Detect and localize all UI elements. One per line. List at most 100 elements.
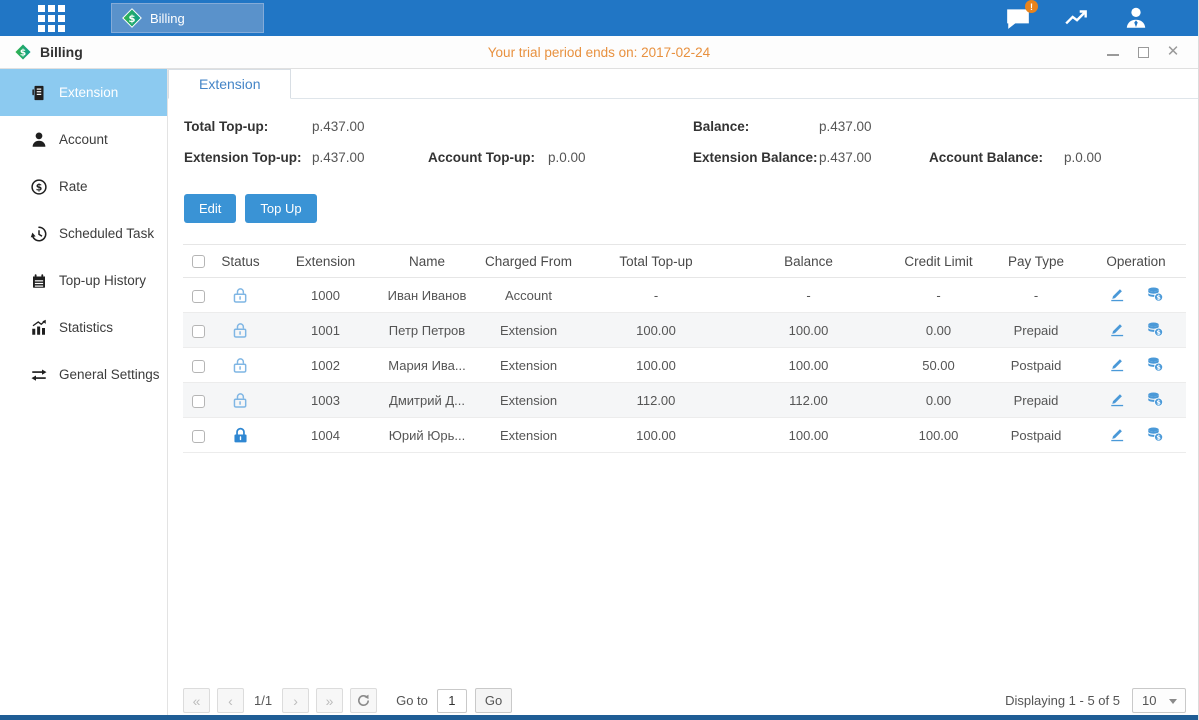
topup-coins-icon[interactable]: $	[1146, 320, 1164, 338]
lock-open-icon	[213, 391, 268, 410]
app-tab-label: Billing	[150, 11, 185, 26]
extension-table-body: 1000 Иван Иванов Account - - - - $ 1001 …	[183, 278, 1186, 453]
sidebar-item-general-settings[interactable]: General Settings	[0, 351, 167, 398]
select-all-checkbox[interactable]	[192, 255, 205, 268]
goto-label: Go to	[396, 693, 428, 708]
topup-coins-icon[interactable]: $	[1146, 285, 1164, 303]
row-name: Мария Ива...	[383, 348, 471, 383]
row-balance: -	[726, 278, 891, 313]
notification-badge: !	[1025, 0, 1038, 13]
svg-text:$: $	[1156, 328, 1160, 336]
page-indicator: 1/1	[254, 693, 272, 708]
sidebar-item-label: Account	[59, 132, 108, 147]
minimize-button[interactable]	[1106, 45, 1120, 59]
account-balance-value: p.0.00	[1064, 150, 1198, 165]
svg-text:$: $	[1156, 433, 1160, 441]
row-credit-limit: 100.00	[891, 418, 986, 453]
row-credit-limit: 50.00	[891, 348, 986, 383]
row-checkbox[interactable]	[192, 430, 205, 443]
svg-text:$: $	[1156, 398, 1160, 406]
goto-page-input[interactable]	[437, 689, 467, 713]
svg-text:$: $	[36, 182, 43, 193]
row-balance: 100.00	[726, 313, 891, 348]
row-charged-from: Extension	[471, 313, 586, 348]
column-header-extension: Extension	[268, 245, 383, 278]
edit-pencil-icon[interactable]	[1108, 425, 1126, 443]
svg-text:$: $	[129, 14, 136, 25]
svg-text:$: $	[1156, 363, 1160, 371]
column-header-total-top-up: Total Top-up	[586, 245, 726, 278]
column-header-name: Name	[383, 245, 471, 278]
sidebar-item-rate[interactable]: $ Rate	[0, 163, 167, 210]
edit-pencil-icon[interactable]	[1108, 355, 1126, 373]
topup-coins-icon[interactable]: $	[1146, 390, 1164, 408]
topup-coins-icon[interactable]: $	[1146, 355, 1164, 373]
window-titlebar: $ Billing Your trial period ends on: 201…	[0, 36, 1198, 69]
last-page-button[interactable]: »	[316, 688, 343, 713]
tab-strip: Extension	[168, 69, 1198, 99]
row-checkbox[interactable]	[192, 325, 205, 338]
close-button[interactable]: ✕	[1166, 45, 1180, 59]
row-checkbox[interactable]	[192, 290, 205, 303]
sidebar-item-account[interactable]: Account	[0, 116, 167, 163]
topup-coins-icon[interactable]: $	[1146, 425, 1164, 443]
apps-grid-icon[interactable]	[38, 5, 65, 32]
messages-icon[interactable]: !	[1004, 5, 1034, 31]
row-charged-from: Extension	[471, 418, 586, 453]
svg-text:$: $	[1156, 293, 1160, 301]
topbar: $ Billing !	[0, 0, 1198, 36]
extension-table: StatusExtensionNameCharged FromTotal Top…	[183, 244, 1186, 453]
sidebar-item-top-up-history[interactable]: Top-up History	[0, 257, 167, 304]
top-up-button[interactable]: Top Up	[245, 194, 316, 223]
column-header-credit-limit: Credit Limit	[891, 245, 986, 278]
trial-notice: Your trial period ends on: 2017-02-24	[0, 45, 1198, 60]
table-row[interactable]: 1000 Иван Иванов Account - - - - $	[183, 278, 1186, 313]
tab-extension[interactable]: Extension	[168, 69, 291, 99]
billing-summary: Total Top-up: p.437.00 Balance: p.437.00…	[184, 111, 1198, 173]
edit-pencil-icon[interactable]	[1108, 320, 1126, 338]
row-checkbox[interactable]	[192, 395, 205, 408]
row-pay-type: Postpaid	[986, 348, 1086, 383]
edit-button[interactable]: Edit	[184, 194, 236, 223]
column-header-operation: Operation	[1086, 245, 1186, 278]
table-row[interactable]: 1003 Дмитрий Д... Extension 112.00 112.0…	[183, 383, 1186, 418]
table-row[interactable]: 1001 Петр Петров Extension 100.00 100.00…	[183, 313, 1186, 348]
extension-topup-value: p.437.00	[312, 150, 428, 165]
first-page-button[interactable]: «	[183, 688, 210, 713]
page-size-select[interactable]: 10	[1132, 688, 1186, 713]
app-tab-billing[interactable]: $ Billing	[111, 3, 264, 33]
row-pay-type: Prepaid	[986, 313, 1086, 348]
edit-pencil-icon[interactable]	[1108, 285, 1126, 303]
column-header-status: Status	[213, 245, 268, 278]
go-button[interactable]: Go	[475, 688, 512, 713]
user-account-icon[interactable]	[1122, 5, 1152, 31]
row-name: Петр Петров	[383, 313, 471, 348]
column-header-pay-type: Pay Type	[986, 245, 1086, 278]
extension-balance-value: p.437.00	[819, 150, 929, 165]
resource-monitor-icon[interactable]	[1063, 5, 1093, 31]
row-pay-type: -	[986, 278, 1086, 313]
refresh-icon[interactable]	[350, 688, 377, 713]
sidebar-item-statistics[interactable]: Statistics	[0, 304, 167, 351]
sidebar-item-label: General Settings	[59, 367, 160, 382]
sidebar-item-scheduled-task[interactable]: Scheduled Task	[0, 210, 167, 257]
sidebar-item-label: Top-up History	[59, 273, 146, 288]
prev-page-button[interactable]: ‹	[217, 688, 244, 713]
table-row[interactable]: 1002 Мария Ива... Extension 100.00 100.0…	[183, 348, 1186, 383]
row-total-topup: -	[586, 278, 726, 313]
chevron-down-icon	[1169, 699, 1177, 704]
row-pay-type: Postpaid	[986, 418, 1086, 453]
row-total-topup: 100.00	[586, 348, 726, 383]
topup-history-icon	[30, 272, 48, 290]
account-topup-label: Account Top-up:	[428, 150, 548, 165]
maximize-button[interactable]	[1136, 45, 1150, 59]
sidebar-item-label: Rate	[59, 179, 88, 194]
extension-icon	[30, 84, 48, 102]
row-checkbox[interactable]	[192, 360, 205, 373]
edit-pencil-icon[interactable]	[1108, 390, 1126, 408]
sidebar-item-extension[interactable]: Extension	[0, 69, 167, 116]
table-row[interactable]: 1004 Юрий Юрь... Extension 100.00 100.00…	[183, 418, 1186, 453]
next-page-button[interactable]: ›	[282, 688, 309, 713]
lock-open-icon	[213, 321, 268, 340]
row-pay-type: Prepaid	[986, 383, 1086, 418]
